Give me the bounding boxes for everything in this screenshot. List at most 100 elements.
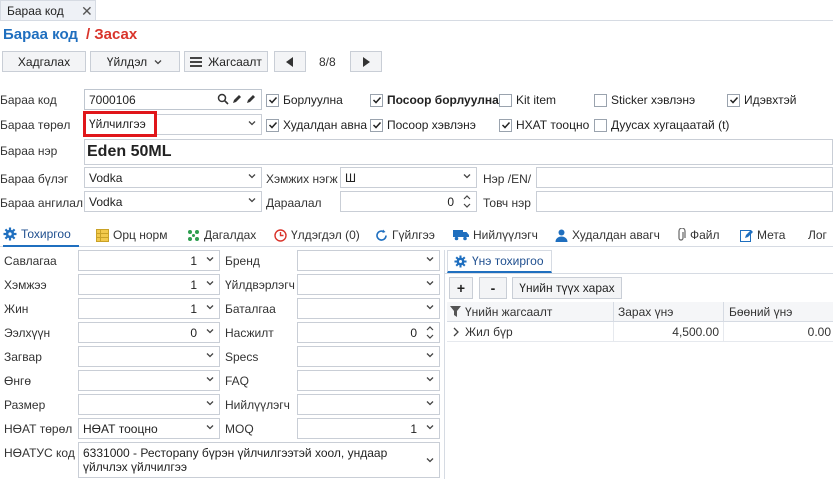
column-divider — [723, 302, 724, 322]
tab-meta-label: Мета — [757, 228, 786, 242]
gear-icon — [3, 227, 17, 241]
name-en-input[interactable] — [536, 167, 833, 188]
spinner-icon[interactable] — [425, 324, 435, 341]
document-tab[interactable]: Бараа код ✕ — [0, 0, 96, 20]
weight-select[interactable]: 1 — [78, 298, 220, 319]
size-select[interactable]: 1 — [78, 274, 220, 295]
aging-stepper[interactable]: 0 — [297, 322, 440, 343]
order-stepper[interactable]: 0 — [340, 191, 477, 212]
check-icon — [499, 118, 512, 132]
pos-print-checkbox[interactable]: Посоор хэвлэнэ — [370, 118, 476, 132]
tab-suppliers[interactable]: Нийлүүлэгч — [453, 223, 538, 247]
faq-select[interactable] — [297, 370, 440, 391]
table-row[interactable]: Жил бүр 4,500.00 0.00 — [447, 322, 833, 342]
unit-label: Хэмжих нэгж — [266, 172, 338, 186]
vat-type-select[interactable]: НӨАТ тооцно — [78, 418, 220, 439]
chevron-down-icon — [247, 171, 257, 181]
list-button[interactable]: Жагсаалт — [184, 51, 268, 72]
chevron-right-icon[interactable] — [452, 327, 460, 337]
price-list-name: Жил бүр — [465, 325, 513, 339]
tab-price-settings-label: Үнэ тохиргоо — [472, 254, 544, 268]
dimension-label: Размер — [4, 398, 46, 412]
vat-type-value: НӨАТ тооцно — [83, 421, 158, 436]
filter-icon[interactable] — [450, 306, 461, 317]
unit-select[interactable]: Ш — [340, 167, 477, 188]
supplier-select[interactable] — [297, 394, 440, 415]
tab-price-settings[interactable]: Үнэ тохиргоо — [447, 250, 552, 273]
model-label: Загвар — [4, 350, 42, 364]
tab-recipe-label: Орц норм — [113, 228, 168, 242]
type-value: Үйлчилгээ — [89, 117, 146, 131]
brand-select[interactable] — [297, 250, 440, 271]
warranty-label: Баталгаа — [225, 302, 276, 316]
class-label: Бараа ангилал — [0, 196, 83, 210]
edit-icon[interactable] — [245, 93, 257, 105]
action-dropdown-button[interactable]: Үйлдэл — [90, 51, 180, 72]
divider — [445, 273, 833, 274]
expiry-checkbox[interactable]: Дуусах хугацаатай (t) — [594, 118, 729, 132]
tab-buyers[interactable]: Худалдан авагч — [555, 223, 660, 247]
sellable-checkbox[interactable]: Борлуулна — [266, 93, 343, 107]
name-input[interactable]: Eden 50ML — [84, 139, 833, 165]
color-select[interactable] — [78, 370, 220, 391]
search-icon[interactable] — [217, 93, 229, 105]
vatus-code-select[interactable]: 6331000 - Ресторany бүрэн үйлчилгээтэй х… — [78, 442, 440, 478]
next-button[interactable] — [350, 51, 382, 72]
empty-checkbox-box — [594, 93, 607, 107]
tab-recipe[interactable]: Орц норм — [96, 223, 167, 247]
sticker-checkbox[interactable]: Sticker хэвлэнэ — [594, 93, 695, 107]
aging-value: 0 — [410, 325, 417, 340]
check-icon — [370, 93, 383, 107]
tab-log[interactable]: Лог — [808, 223, 827, 247]
moq-label: MOQ — [225, 422, 254, 436]
close-icon[interactable]: ✕ — [81, 3, 93, 20]
group-select[interactable]: Vodka — [84, 167, 262, 188]
kit-checkbox[interactable]: Kit item — [499, 93, 556, 107]
chevron-down-icon — [205, 374, 215, 384]
sell-by-qty-checkbox[interactable]: Посоор борлуулна — [370, 93, 499, 107]
vat-checkbox[interactable]: НХАТ тооцно — [499, 118, 589, 132]
tab-transactions[interactable]: Гүйлгээ — [375, 223, 435, 247]
warranty-select[interactable] — [297, 298, 440, 319]
price-history-button[interactable]: Үнийн түүх харах — [512, 277, 622, 299]
spinner-icon[interactable] — [462, 193, 472, 210]
vat-type-label: НӨАТ төрөл — [4, 422, 73, 436]
save-button[interactable]: Хадгалах — [2, 51, 86, 72]
sell-price-value: 4,500.00 — [672, 325, 719, 339]
column-sell-price[interactable]: Зарах үнэ — [618, 305, 673, 319]
moq-value: 1 — [410, 421, 417, 436]
volume-select[interactable]: 0 — [78, 322, 220, 343]
kit-label: Kit item — [516, 93, 557, 107]
tab-files[interactable]: Файл — [676, 223, 720, 247]
moq-select[interactable]: 1 — [297, 418, 440, 439]
add-price-button[interactable]: + — [449, 277, 473, 299]
save-button-label: Хадгалах — [17, 54, 71, 69]
empty-checkbox-box — [499, 93, 512, 107]
group-label: Бараа бүлэг — [0, 172, 69, 186]
column-price-list[interactable]: Үнийн жагсаалт — [465, 305, 552, 319]
class-value: Vodka — [89, 194, 123, 209]
chevron-down-icon — [425, 422, 435, 432]
pencil-icon[interactable] — [231, 93, 243, 105]
active-checkbox[interactable]: Идэвхтэй — [727, 93, 796, 107]
code-value: 7000106 — [89, 92, 136, 107]
tab-accessories[interactable]: Дагалдах — [187, 223, 256, 247]
tab-settings[interactable]: Тохиргоо — [3, 223, 79, 247]
previous-button[interactable] — [274, 51, 306, 72]
model-select[interactable] — [78, 346, 220, 367]
page-title-main: Бараа код — [3, 26, 78, 43]
order-value: 0 — [447, 194, 454, 209]
packaging-select[interactable]: 1 — [78, 250, 220, 271]
remove-price-button[interactable]: - — [479, 277, 507, 299]
short-name-input[interactable] — [536, 191, 833, 212]
specs-select[interactable] — [297, 346, 440, 367]
tab-meta[interactable]: Мета — [740, 223, 785, 247]
code-input[interactable]: 7000106 — [84, 89, 262, 110]
column-wholesale-price[interactable]: Бөөний үнэ — [729, 305, 792, 319]
purchasable-checkbox[interactable]: Худалдан авна — [266, 118, 367, 132]
tab-balance[interactable]: Үлдэгдэл (0) — [274, 223, 360, 247]
dimension-select[interactable] — [78, 394, 220, 415]
class-select[interactable]: Vodka — [84, 191, 262, 212]
manufacturer-select[interactable] — [297, 274, 440, 295]
type-value-highlight[interactable]: Үйлчилгээ — [83, 111, 157, 137]
